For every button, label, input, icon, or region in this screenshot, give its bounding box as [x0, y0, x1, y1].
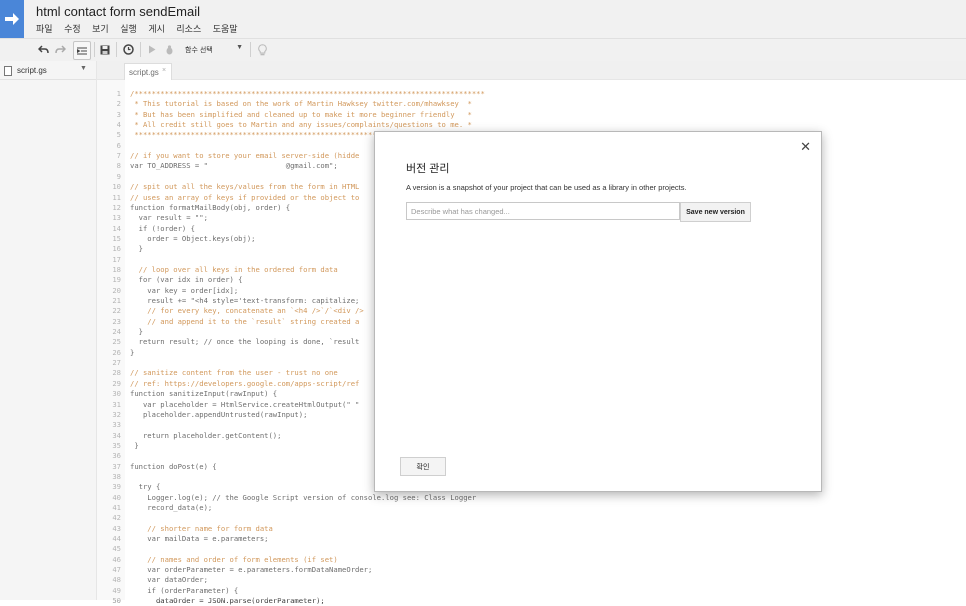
redo-icon[interactable]: [53, 41, 67, 58]
sidebar-file-label: script.gs: [17, 66, 47, 75]
file-sidebar: script.gs ▼: [0, 61, 97, 600]
menu-bar: 파일 수정 보기 실행 게시 리소스 도움말: [36, 22, 247, 35]
debug-icon[interactable]: [162, 41, 176, 58]
menu-run[interactable]: 실행: [120, 24, 137, 34]
toolbar-separator: [250, 42, 251, 57]
clock-icon[interactable]: [121, 41, 135, 58]
arrow-right-icon: [5, 13, 19, 25]
save-new-version-button[interactable]: Save new version: [680, 202, 751, 222]
menu-file[interactable]: 파일: [36, 24, 53, 34]
chevron-down-icon[interactable]: ▼: [80, 65, 87, 72]
menu-edit[interactable]: 수정: [64, 24, 81, 34]
apps-script-logo[interactable]: [0, 0, 24, 38]
close-icon[interactable]: ✕: [800, 139, 811, 155]
project-title[interactable]: html contact form sendEmail: [36, 4, 200, 19]
dialog-title: 버전 관리: [406, 163, 450, 175]
menu-resources[interactable]: 리소스: [176, 24, 201, 34]
toolbar-separator: [94, 42, 95, 57]
toolbar-separator: [140, 42, 141, 57]
file-icon: [4, 66, 12, 76]
function-select-value: 함수 선택: [185, 46, 213, 54]
toolbar-separator: [116, 42, 117, 57]
dialog-description: A version is a snapshot of your project …: [406, 183, 687, 192]
version-management-dialog: ✕ 버전 관리 A version is a snapshot of your …: [374, 131, 822, 492]
lightbulb-icon[interactable]: [255, 41, 269, 58]
ok-button[interactable]: 확인: [400, 457, 446, 476]
chevron-down-icon: ▼: [236, 44, 243, 51]
menu-help[interactable]: 도움말: [213, 24, 238, 34]
menu-view[interactable]: 보기: [92, 24, 109, 34]
top-bar: html contact form sendEmail 파일 수정 보기 실행 …: [0, 0, 966, 38]
function-select[interactable]: 함수 선택 ▼: [185, 42, 245, 57]
undo-icon[interactable]: [36, 41, 50, 58]
toolbar: 함수 선택 ▼: [0, 38, 966, 62]
sidebar-file-script-gs[interactable]: script.gs ▼: [0, 61, 96, 80]
version-description-input[interactable]: [406, 202, 680, 220]
save-icon[interactable]: [98, 41, 112, 58]
run-icon[interactable]: [145, 41, 159, 58]
indent-icon[interactable]: [73, 41, 91, 60]
menu-publish[interactable]: 게시: [148, 24, 165, 34]
